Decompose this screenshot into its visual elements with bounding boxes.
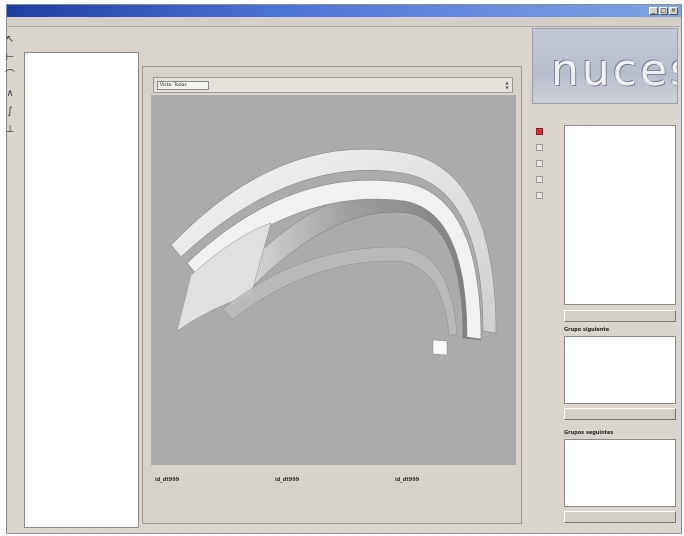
maximize-icon[interactable]: □ xyxy=(659,7,668,15)
pointer-icon[interactable]: ↖ xyxy=(4,34,16,46)
properties-panel: nuces Grupo siguiente Grupos seguintes xyxy=(532,28,678,528)
model-tree[interactable] xyxy=(24,52,139,528)
node-tool-icon[interactable]: ⊢ xyxy=(4,52,16,64)
arch-model xyxy=(170,148,497,356)
3d-viewport[interactable] xyxy=(151,95,516,465)
apply-button[interactable] xyxy=(564,310,676,322)
following-groups-list[interactable] xyxy=(564,439,676,507)
link-tool-icon[interactable]: ∧ xyxy=(4,88,16,100)
app-logo: nuces xyxy=(532,28,678,104)
view-select[interactable]: Vista: Todas xyxy=(157,81,209,90)
move-icon[interactable] xyxy=(536,160,543,167)
title-bar: _ □ × xyxy=(7,5,681,17)
delete-icon[interactable] xyxy=(536,128,543,135)
arch-end-block xyxy=(432,339,448,356)
viewer-panel: Vista: Todas ▲ ▼ id_dt999 id_dt999 id_dt… xyxy=(142,66,522,524)
menu-bar xyxy=(7,17,681,27)
curve-tool-icon[interactable]: ∫ xyxy=(4,106,16,118)
section2-button[interactable] xyxy=(564,511,676,523)
toolbar-scroll-icon[interactable]: ▲ ▼ xyxy=(504,80,510,91)
left-toolbar: ↖ ⊢ ⌒ ∧ ∫ ⊥ xyxy=(4,34,18,142)
logo-text: nuces xyxy=(551,45,677,96)
coord-z: id_dt999 xyxy=(395,477,420,483)
coord-x: id_dt999 xyxy=(155,477,180,483)
section2-label: Grupos seguintes xyxy=(564,430,614,436)
next-group-list[interactable] xyxy=(564,336,676,404)
coord-y: id_dt999 xyxy=(275,477,300,483)
edit-icon[interactable] xyxy=(536,144,543,151)
hinge-tool-icon[interactable]: ⌒ xyxy=(4,70,16,82)
window-controls: _ □ × xyxy=(649,7,678,15)
panel-icons xyxy=(536,128,546,208)
section1-button[interactable] xyxy=(564,408,676,420)
properties-list[interactable] xyxy=(564,125,676,305)
close-icon[interactable]: × xyxy=(669,7,678,15)
section1-label: Grupo siguiente xyxy=(564,327,610,333)
support-tool-icon[interactable]: ⊥ xyxy=(4,124,16,136)
coordinate-readout: id_dt999 id_dt999 id_dt999 xyxy=(153,477,513,487)
copy-icon[interactable] xyxy=(536,176,543,183)
refresh-icon[interactable] xyxy=(536,192,543,199)
minimize-icon[interactable]: _ xyxy=(649,7,658,15)
view-toolbar: Vista: Todas ▲ ▼ xyxy=(153,77,513,93)
